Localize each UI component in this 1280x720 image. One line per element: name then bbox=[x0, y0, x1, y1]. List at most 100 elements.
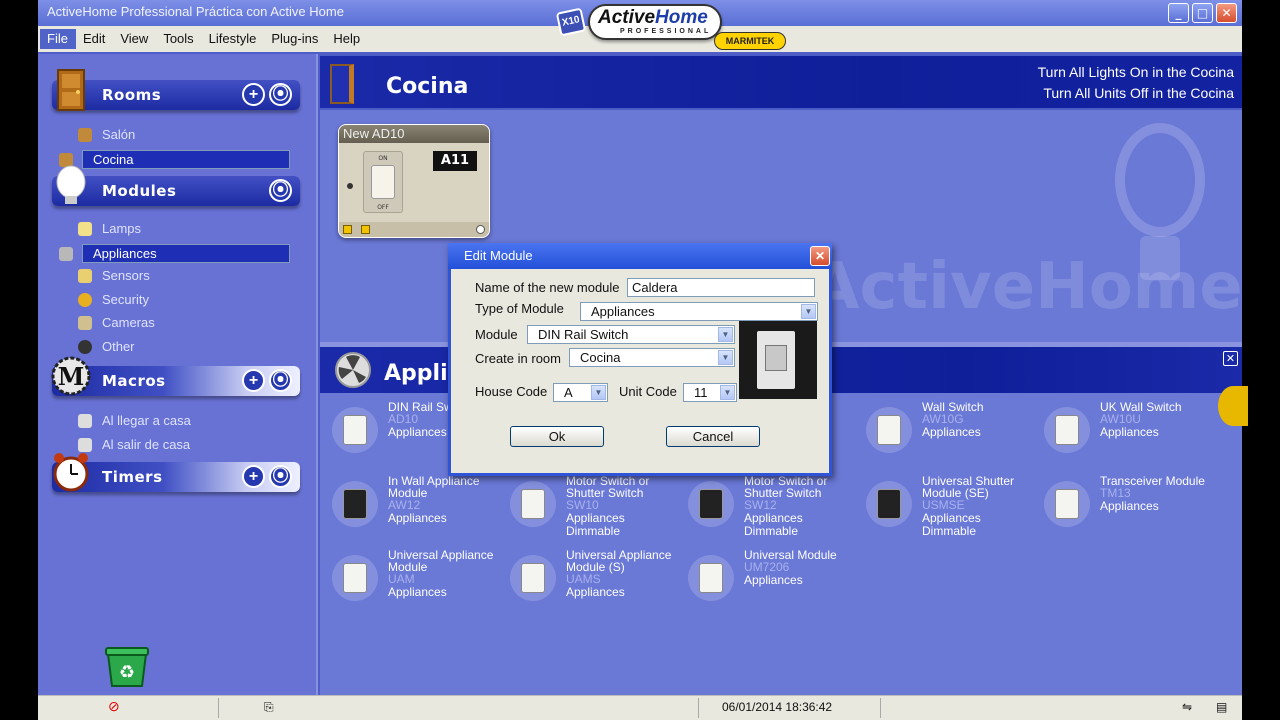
switch-graphic[interactable]: ON OFF bbox=[363, 151, 403, 213]
add-macro-button[interactable]: + bbox=[242, 369, 265, 392]
macro-item-salir[interactable]: Al salir de casa bbox=[78, 436, 290, 455]
uk-wall-switch-icon bbox=[1044, 407, 1090, 453]
module-item-appliances[interactable]: Appliances bbox=[59, 244, 290, 263]
module-card[interactable]: New AD10 ON OFF A11 bbox=[338, 124, 490, 238]
dialog-title: Edit Module bbox=[464, 248, 533, 263]
room-item-salon[interactable]: Salón bbox=[78, 126, 290, 145]
module-name-input[interactable]: Caldera bbox=[627, 278, 815, 297]
menu-help[interactable]: Help bbox=[326, 29, 368, 49]
module-select[interactable]: DIN Rail Switch ▼ bbox=[527, 325, 735, 344]
room-item-cocina[interactable]: Cocina bbox=[59, 150, 290, 169]
add-room-button[interactable]: + bbox=[242, 83, 265, 106]
rooms-label: Rooms bbox=[102, 86, 162, 104]
catalog-item[interactable]: Transceiver Module TM13 Appliances bbox=[1032, 475, 1208, 543]
collapse-rooms-button[interactable]: ⦿ bbox=[269, 83, 292, 106]
catalog-item[interactable]: Motor Switch or Shutter Switch SW12 Applia… bbox=[676, 475, 852, 543]
cancel-button[interactable]: Cancel bbox=[666, 426, 760, 447]
dialog-close-button[interactable]: ✕ bbox=[810, 246, 830, 266]
unit-code-select[interactable]: 11 ▼ bbox=[683, 383, 737, 402]
module-item-other[interactable]: Other bbox=[78, 338, 290, 357]
wall-switch-icon bbox=[866, 407, 912, 453]
logo-brand-a: Active bbox=[598, 7, 656, 28]
modules-header[interactable]: Modules ⦿ bbox=[52, 165, 300, 206]
collapse-timers-button[interactable]: ⦿ bbox=[269, 465, 292, 488]
catalog-item[interactable]: Universal Shutter Module (SE) USMSE Applia… bbox=[854, 475, 1030, 543]
recycle-bin-icon[interactable]: ♻ bbox=[102, 642, 152, 688]
x10-badge: X10 bbox=[555, 7, 587, 37]
catalog-item[interactable]: Wall Switch AW10G Appliances bbox=[854, 401, 1030, 469]
bulb-icon bbox=[56, 165, 86, 204]
macro-icon bbox=[78, 414, 92, 428]
macro-m-icon: M bbox=[51, 356, 91, 396]
module-item-lamps[interactable]: Lamps bbox=[78, 220, 290, 239]
macro-item-llegar[interactable]: Al llegar a casa bbox=[78, 412, 290, 431]
notify-icon[interactable] bbox=[361, 225, 370, 234]
house-code-select[interactable]: A ▼ bbox=[553, 383, 608, 402]
menu-file[interactable]: File bbox=[40, 29, 76, 49]
catalog-item[interactable]: In Wall Appliance Module AW12 Appliances bbox=[320, 475, 496, 543]
module-card-footer bbox=[339, 222, 489, 237]
module-code-badge: A11 bbox=[433, 151, 477, 171]
catalog-item[interactable]: Universal Appliance Module (S) UAMS Applia… bbox=[498, 549, 674, 617]
macros-label: Macros bbox=[102, 372, 166, 390]
menu-lifestyle[interactable]: Lifestyle bbox=[202, 29, 265, 49]
units-off-link[interactable]: Turn All Units Off in the Cocina bbox=[1043, 85, 1234, 101]
close-button[interactable]: ✕ bbox=[1216, 3, 1237, 23]
save-icon[interactable]: ▤ bbox=[1216, 700, 1227, 714]
ok-button[interactable]: Ok bbox=[510, 426, 604, 447]
module-item-sensors[interactable]: Sensors bbox=[78, 267, 290, 286]
switch-rocker bbox=[371, 165, 395, 199]
logo-brand-b: Home bbox=[655, 7, 708, 28]
unit-code-label: Unit Code bbox=[619, 384, 677, 399]
module-item-label: Appliances bbox=[93, 246, 157, 261]
room-select[interactable]: Cocina ▼ bbox=[569, 348, 735, 367]
add-timer-button[interactable]: + bbox=[242, 465, 265, 488]
dialog-titlebar[interactable]: Edit Module ✕ bbox=[448, 243, 832, 269]
macro-item-label: Al salir de casa bbox=[102, 437, 191, 452]
timers-header[interactable]: Timers + ⦿ bbox=[52, 453, 300, 492]
collapse-modules-button[interactable]: ⦿ bbox=[269, 179, 292, 202]
collapse-macros-button[interactable]: ⦿ bbox=[269, 369, 292, 392]
chevron-down-icon: ▼ bbox=[591, 385, 606, 400]
activehome-watermark: ActiveHome bbox=[810, 250, 1242, 324]
menu-view[interactable]: View bbox=[113, 29, 156, 49]
stop-icon[interactable]: ⊘ bbox=[108, 698, 120, 715]
menu-tools[interactable]: Tools bbox=[156, 29, 201, 49]
room-header: Cocina Turn All Lights On in the Cocina … bbox=[320, 56, 1242, 108]
connection-icon[interactable]: ⇋ bbox=[1182, 700, 1192, 714]
other-icon bbox=[78, 340, 92, 354]
macros-header[interactable]: M Macros + ⦿ bbox=[51, 356, 300, 396]
shutter-switch-icon bbox=[510, 481, 556, 527]
catalog-item[interactable]: Universal Module UM7206 Appliances bbox=[676, 549, 852, 617]
module-item-security[interactable]: Security bbox=[78, 291, 290, 310]
fan-icon bbox=[335, 352, 371, 388]
minimize-button[interactable]: _ bbox=[1168, 3, 1189, 23]
appliance-icon bbox=[59, 247, 73, 261]
module-item-cameras[interactable]: Cameras bbox=[78, 314, 290, 333]
camera-icon bbox=[78, 316, 92, 330]
cursor-highlight bbox=[1218, 386, 1248, 426]
lamp-icon bbox=[78, 222, 92, 236]
activehome-logo: X10 ActiveHome PROFESSIONAL MARMITEK bbox=[555, 2, 790, 52]
appliance-module-icon bbox=[510, 555, 556, 601]
catalog-item[interactable]: Universal Appliance Module UAM Appliances bbox=[320, 549, 496, 617]
module-type-select[interactable]: Appliances ▼ bbox=[580, 302, 818, 321]
type-label: Type of Module bbox=[475, 301, 564, 316]
svg-text:♻: ♻ bbox=[119, 662, 135, 682]
lock-icon[interactable] bbox=[343, 225, 352, 234]
maximize-button[interactable]: □ bbox=[1192, 3, 1213, 23]
catalog-item[interactable]: Motor Switch or Shutter Switch SW10 Applia… bbox=[498, 475, 674, 543]
catalog-item[interactable]: UK Wall Switch AW10U Appliances bbox=[1032, 401, 1208, 469]
menu-plugins[interactable]: Plug-ins bbox=[264, 29, 326, 49]
menu-edit[interactable]: Edit bbox=[76, 29, 113, 49]
door-icon bbox=[330, 64, 354, 104]
sensor-icon bbox=[78, 269, 92, 283]
rooms-header[interactable]: Rooms + ⦿ bbox=[52, 69, 300, 111]
module-item-label: Other bbox=[102, 339, 135, 354]
interface-icon[interactable]: ⎘ bbox=[264, 700, 274, 715]
chevron-down-icon: ▼ bbox=[801, 304, 816, 319]
svg-text:M: M bbox=[58, 362, 85, 391]
close-panel-button[interactable]: ✕ bbox=[1223, 351, 1238, 366]
clock-icon[interactable] bbox=[476, 225, 485, 234]
lights-on-link[interactable]: Turn All Lights On in the Cocina bbox=[1038, 64, 1234, 80]
